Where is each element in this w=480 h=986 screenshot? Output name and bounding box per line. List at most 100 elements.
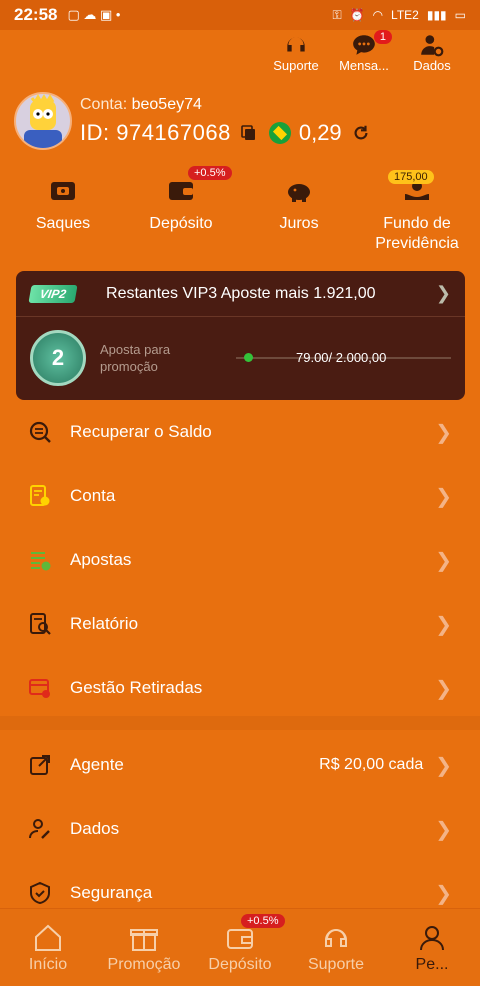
withdraw-label: Saques <box>35 215 91 232</box>
chevron-right-icon: ❯ <box>435 882 452 905</box>
refresh-icon[interactable] <box>352 124 370 142</box>
nav-promotion-label: Promoção <box>107 955 181 973</box>
copy-icon[interactable] <box>241 125 257 141</box>
user-edit-icon <box>29 819 50 839</box>
menu-item-recover-balance[interactable]: Recuperar o Saldo ❯ <box>0 400 480 464</box>
alarm-icon: ⏰ <box>349 8 365 22</box>
vip-medal-icon: 2 <box>30 330 86 386</box>
section-divider <box>0 716 480 730</box>
interest-button[interactable]: Juros <box>244 176 354 254</box>
shield-icon <box>30 881 50 905</box>
pension-fund-button[interactable]: 175,00 Fundo de Previdência <box>362 170 472 254</box>
vip-header[interactable]: VIP2 Restantes VIP3 Aposte mais 1.921,00… <box>16 271 465 317</box>
messages-label: Mensa... <box>339 58 389 73</box>
report-search-icon <box>30 613 51 635</box>
menu-label: Apostas <box>70 550 132 569</box>
menu-label: Relatório <box>70 614 139 633</box>
support-label: Suporte <box>273 58 319 73</box>
menu-label: Dados <box>70 819 120 838</box>
user-settings-icon <box>421 35 444 57</box>
account-label: Conta: <box>80 96 128 113</box>
list-coin-icon <box>31 552 51 571</box>
menu-item-withdraw-management[interactable]: Gestão Retiradas ❯ <box>0 656 480 720</box>
piggy-bank-icon <box>288 184 310 202</box>
balance-value: 0,29 <box>298 120 342 145</box>
menu-group-settings: Agente R$ 20,00 cada ❯ Dados ❯ Segurança… <box>0 733 480 925</box>
user-id: ID: 974167068 <box>80 120 231 145</box>
wallet-out-icon <box>51 182 75 200</box>
menu-item-data[interactable]: Dados ❯ <box>0 797 480 861</box>
progress-text: 79.00/ 2.000,00 <box>296 350 387 365</box>
vip-progress-bar: 79.00/ 2.000,00 <box>236 350 451 366</box>
account-row: Conta: beo5ey74 <box>80 96 370 114</box>
deposit-bonus-badge: +0.5% <box>188 166 232 180</box>
withdraw-button[interactable]: Saques <box>8 176 118 254</box>
nav-home[interactable]: Início <box>3 922 93 974</box>
data-button[interactable]: Dados <box>402 32 462 73</box>
account-name: beo5ey74 <box>131 96 202 113</box>
headset-icon <box>325 928 347 947</box>
interest-label: Juros <box>279 215 319 232</box>
chevron-right-icon: ❯ <box>435 677 452 700</box>
nav-promotion[interactable]: Promoção <box>99 922 189 974</box>
menu-item-bets[interactable]: Apostas ❯ <box>0 528 480 592</box>
chevron-right-icon: ❯ <box>435 421 452 444</box>
gift-icon <box>130 928 158 951</box>
battery-icon: ▭ <box>454 8 466 22</box>
chevron-right-icon: ❯ <box>435 818 452 841</box>
network-label: LTE2 <box>391 8 419 22</box>
status-bar: 22:58 ▢ ☁ ▣ • ⚿ ⏰ ◠ LTE2 ▮▮▮ ▭ <box>0 0 480 30</box>
pension-amount-badge: 175,00 <box>388 170 434 184</box>
card-gear-icon <box>29 679 50 698</box>
nav-home-label: Início <box>28 955 68 973</box>
menu-item-account[interactable]: Conta ❯ <box>0 464 480 528</box>
top-actions: Suporte 1 Mensa... Dados <box>266 30 462 73</box>
status-time: 22:58 <box>14 5 58 24</box>
system-icons: ⚿ ⏰ ◠ LTE2 ▮▮▮ ▭ <box>332 8 466 23</box>
search-coin-icon <box>29 421 51 443</box>
id-row: ID: 974167068 0,29 <box>80 120 370 146</box>
key-icon: ⚿ <box>332 7 342 22</box>
notification-icons: ▢ ☁ ▣ • <box>67 7 121 22</box>
share-icon <box>30 755 50 775</box>
chevron-right-icon: ❯ <box>435 283 451 303</box>
chevron-right-icon: ❯ <box>435 613 452 636</box>
vip-level: 2 <box>51 345 65 370</box>
brazil-flag-icon <box>268 122 291 144</box>
document-coin-icon <box>30 485 50 506</box>
agent-commission: R$ 20,00 cada <box>319 756 424 773</box>
menu-item-report[interactable]: Relatório ❯ <box>0 592 480 656</box>
support-button[interactable]: Suporte <box>266 32 326 73</box>
vip-tag: VIP2 <box>28 284 78 303</box>
menu-label: Agente <box>70 755 124 774</box>
nav-deposit-badge: +0.5% <box>241 913 285 928</box>
wifi-icon: ◠ <box>372 8 384 22</box>
messages-button[interactable]: 1 Mensa... <box>334 30 394 73</box>
menu-label: Conta <box>70 486 116 505</box>
nav-support[interactable]: Suporte <box>291 922 381 974</box>
vip-remaining-text: Restantes VIP3 Aposte mais 1.921,00 <box>106 284 376 302</box>
menu-label: Recuperar o Saldo <box>70 422 212 441</box>
home-icon <box>35 924 61 951</box>
deposit-button[interactable]: +0.5% Depósito <box>126 166 236 254</box>
chevron-right-icon: ❯ <box>435 549 452 572</box>
nav-support-label: Suporte <box>307 955 365 973</box>
nav-deposit[interactable]: +0.5% Depósito <box>195 913 285 974</box>
menu-group-account: Recuperar o Saldo ❯ Conta ❯ Apostas ❯ Re… <box>0 400 480 720</box>
vip-panel[interactable]: VIP2 Restantes VIP3 Aposte mais 1.921,00… <box>16 271 465 400</box>
avatar-image <box>24 94 62 148</box>
menu-item-agent[interactable]: Agente R$ 20,00 cada ❯ <box>0 733 480 797</box>
nav-profile-label: Pe... <box>415 955 449 973</box>
signal-icon: ▮▮▮ <box>426 8 447 22</box>
bottom-nav: Início Promoção +0.5% Depósito Suporte P… <box>0 908 480 986</box>
pension-label: Fundo de Previdência <box>375 215 459 252</box>
nav-deposit-label: Depósito <box>208 955 272 973</box>
data-label: Dados <box>413 58 451 73</box>
wallet-icon <box>169 182 193 200</box>
promo-label: Aposta para promoção <box>100 342 171 374</box>
user-icon <box>420 925 444 950</box>
vip-progress-row: 2 Aposta para promoção 79.00/ 2.000,00 <box>16 317 465 399</box>
nav-profile[interactable]: Pe... <box>387 922 477 974</box>
profile-info: Conta: beo5ey74 ID: 974167068 0,29 <box>80 96 370 146</box>
avatar[interactable] <box>14 92 72 150</box>
